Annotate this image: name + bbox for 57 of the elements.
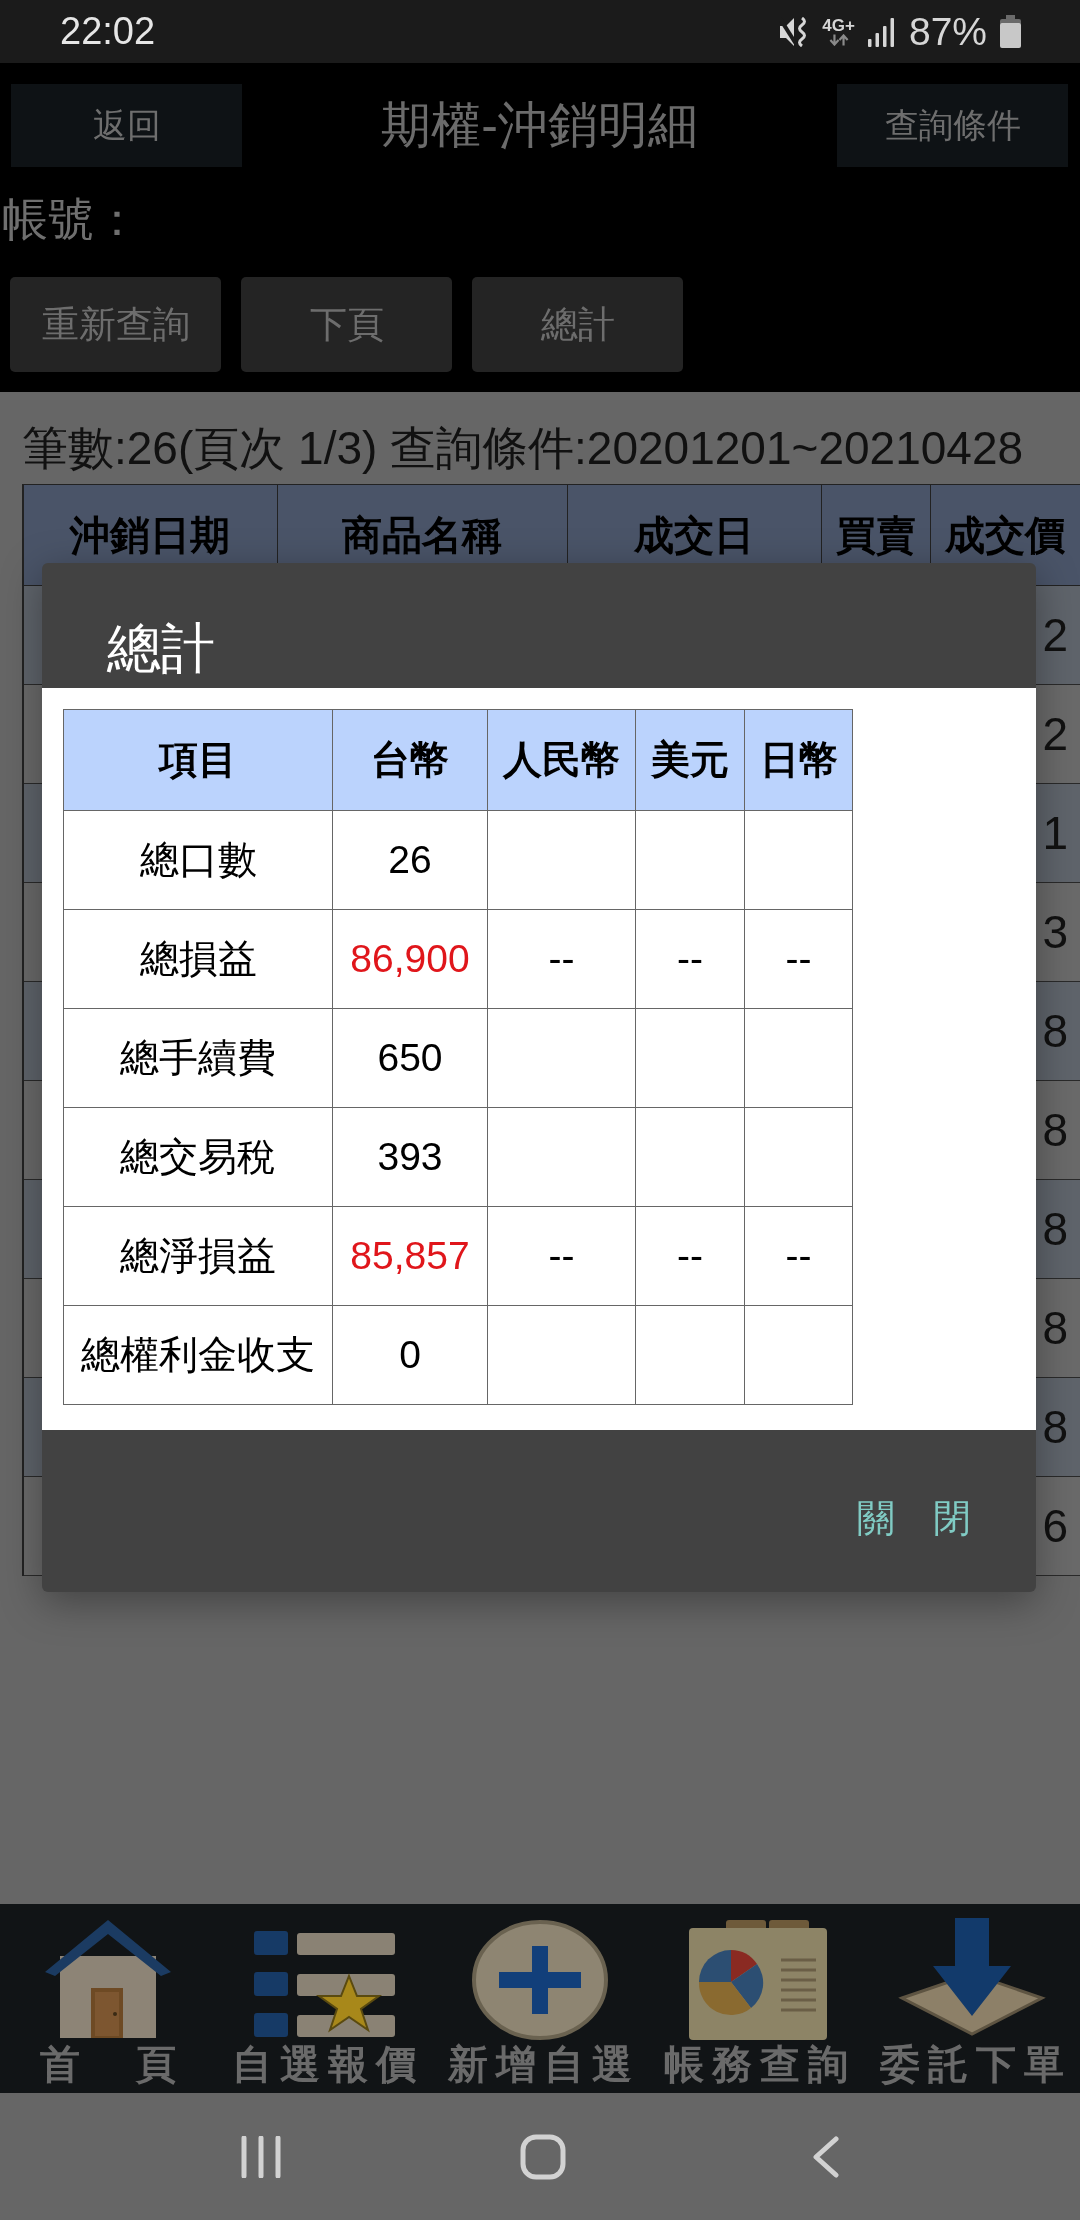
home-icon[interactable] xyxy=(520,2133,566,2180)
battery-icon xyxy=(1000,15,1021,48)
cell-value: 3 xyxy=(1042,906,1068,958)
nav-tab[interactable]: 首 頁 xyxy=(0,1904,216,2093)
table-cell: 總口數 xyxy=(63,810,333,910)
table-cell: 總損益 xyxy=(63,909,333,1009)
cell-value: 1 xyxy=(1042,807,1068,859)
table-cell: 總權利金收支 xyxy=(63,1305,333,1405)
cell-value: 6 xyxy=(1042,1500,1068,1552)
record-summary: 筆數:26(頁次 1/3) 查詢條件:20201201~20210428 xyxy=(21,421,1025,476)
page-title: 期權-沖銷明細 xyxy=(381,96,698,155)
column-header: 日幣 xyxy=(744,709,853,811)
table-cell: -- xyxy=(487,909,636,1009)
table-cell: 650 xyxy=(332,1008,488,1108)
table-cell: 總交易稅 xyxy=(63,1107,333,1207)
table-cell: 85,857 xyxy=(332,1206,488,1306)
cell-value: 8 xyxy=(1042,1302,1068,1354)
table-cell: -- xyxy=(744,909,853,1009)
column-header: 項目 xyxy=(63,709,333,811)
back-icon[interactable] xyxy=(812,2135,840,2178)
table-cell: 26 xyxy=(332,810,488,910)
table-cell: 0 xyxy=(332,1305,488,1405)
battery-percent: 87% xyxy=(908,9,987,54)
action-button[interactable]: 下頁 xyxy=(241,277,452,372)
cell-value: 2 xyxy=(1042,708,1068,760)
back-button[interactable]: 返回 xyxy=(11,84,242,167)
table-cell: 393 xyxy=(332,1107,488,1207)
table-cell: 86,900 xyxy=(332,909,488,1009)
nav-tab[interactable]: 自選報價 xyxy=(216,1904,432,2093)
cell-value: 8 xyxy=(1042,1005,1068,1057)
cell-value: 8 xyxy=(1042,1104,1068,1156)
nav-tab[interactable]: 委託下單 xyxy=(864,1904,1080,2093)
column-header: 美元 xyxy=(635,709,745,811)
table-cell: -- xyxy=(635,1206,745,1306)
cell-value: 2 xyxy=(1042,609,1068,661)
action-button[interactable]: 總計 xyxy=(472,277,683,372)
table-cell: 總手續費 xyxy=(63,1008,333,1108)
nav-tab[interactable]: 新增自選 xyxy=(432,1904,648,2093)
close-button[interactable]: 關 閉 xyxy=(837,1492,991,1544)
nav-tab[interactable]: 帳務查詢 xyxy=(648,1904,864,2093)
table-cell: -- xyxy=(744,1206,853,1306)
action-button[interactable]: 重新查詢 xyxy=(10,277,221,372)
column-header: 台幣 xyxy=(332,709,488,811)
data-arrows-icon xyxy=(828,34,849,46)
table-cell: -- xyxy=(635,909,745,1009)
recents-icon[interactable] xyxy=(240,2135,282,2178)
table-cell: -- xyxy=(487,1206,636,1306)
dialog-title: 總計 xyxy=(106,617,216,680)
network-type: 4G+ xyxy=(822,17,855,34)
table-cell: 總淨損益 xyxy=(63,1206,333,1306)
query-conditions-button[interactable]: 查詢條件 xyxy=(837,84,1068,167)
cell-value: 8 xyxy=(1042,1203,1068,1255)
status-time: 22:02 xyxy=(60,10,156,53)
cell-value: 8 xyxy=(1042,1401,1068,1453)
signal-icon xyxy=(867,16,896,47)
column-header: 人民幣 xyxy=(487,709,636,811)
account-label: 帳號： xyxy=(1,192,141,247)
